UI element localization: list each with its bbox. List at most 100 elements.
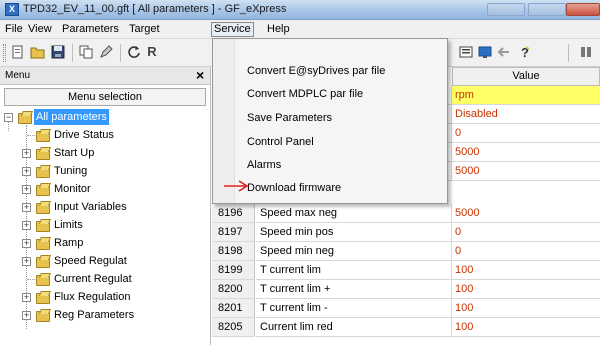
- table-row[interactable]: 8199 T current lim 100: [212, 261, 600, 280]
- folder-icon: [35, 128, 50, 142]
- param-name: T current lim -: [256, 299, 452, 318]
- param-value[interactable]: 100: [452, 280, 600, 299]
- menu-service[interactable]: Service: [211, 22, 254, 37]
- tree-item-ramp[interactable]: + Ramp: [0, 235, 210, 253]
- copy-icon[interactable]: [78, 44, 94, 60]
- window-title: TPD32_EV_11_00.gft [ All parameters ] - …: [23, 3, 287, 15]
- param-value[interactable]: 100: [452, 299, 600, 318]
- menu-bar: File View Parameters Target Service Help: [0, 20, 600, 39]
- param-id: 8205: [212, 318, 255, 337]
- param-value[interactable]: 0: [452, 242, 600, 261]
- tree-item-label: Tuning: [54, 165, 88, 177]
- folder-icon: [35, 218, 50, 232]
- folder-icon: [35, 182, 50, 196]
- param-id: 8199: [212, 261, 255, 280]
- tree-item-input-variables[interactable]: + Input Variables: [0, 199, 210, 217]
- expand-icon[interactable]: +: [22, 203, 31, 212]
- param-value[interactable]: Disabled: [452, 105, 600, 124]
- table-row[interactable]: 8201 T current lim - 100: [212, 299, 600, 318]
- param-name: Speed max neg: [256, 204, 452, 223]
- new-file-icon[interactable]: [10, 44, 26, 60]
- menu-item-convert-mdplc[interactable]: Convert MDPLC par file: [247, 84, 363, 104]
- list-icon[interactable]: [458, 44, 474, 60]
- param-id: 8201: [212, 299, 255, 318]
- param-value[interactable]: 0: [452, 124, 600, 143]
- tree-item-drive-status[interactable]: Drive Status: [0, 127, 210, 145]
- expand-icon[interactable]: +: [22, 167, 31, 176]
- menu-view[interactable]: View: [26, 22, 54, 37]
- param-value[interactable]: 0: [452, 223, 600, 242]
- tree-connector: [27, 135, 35, 136]
- toolbar-separator: [568, 44, 569, 62]
- save-icon[interactable]: [50, 44, 66, 60]
- table-row[interactable]: 8198 Speed min neg 0: [212, 242, 600, 261]
- menu-target[interactable]: Target: [127, 22, 162, 37]
- table-row[interactable]: 8200 T current lim + 100: [212, 280, 600, 299]
- folder-icon: [35, 272, 50, 286]
- folder-icon: [17, 110, 32, 124]
- expand-icon[interactable]: +: [22, 257, 31, 266]
- param-value[interactable]: 5000: [452, 143, 600, 162]
- expand-icon[interactable]: +: [22, 221, 31, 230]
- tree-item-limits[interactable]: + Limits: [0, 217, 210, 235]
- tree-item-label: Input Variables: [54, 201, 127, 213]
- tree-item-current-regulat[interactable]: Current Regulat: [0, 271, 210, 289]
- param-value[interactable]: 5000: [452, 204, 600, 223]
- menu-item-download-firmware[interactable]: Download firmware: [247, 178, 341, 198]
- tree-item-monitor[interactable]: + Monitor: [0, 181, 210, 199]
- menu-item-save-parameters[interactable]: Save Parameters: [247, 108, 332, 128]
- table-row[interactable]: 8197 Speed min pos 0: [212, 223, 600, 242]
- expand-icon[interactable]: +: [22, 311, 31, 320]
- edit-icon[interactable]: [98, 44, 114, 60]
- menu-panel-title: Menu: [5, 70, 31, 81]
- tree-item-tuning[interactable]: + Tuning: [0, 163, 210, 181]
- menu-file[interactable]: File: [3, 22, 25, 37]
- maximize-button[interactable]: [528, 3, 566, 16]
- menu-item-convert-easydrives[interactable]: Convert E@syDrives par file: [247, 61, 385, 81]
- collapse-icon[interactable]: −: [4, 113, 13, 122]
- menu-parameters[interactable]: Parameters: [60, 22, 121, 37]
- menu-item-alarms[interactable]: Alarms: [247, 155, 281, 175]
- refresh-icon[interactable]: [126, 44, 142, 60]
- help-icon[interactable]: ?: [516, 44, 532, 60]
- tool-icon[interactable]: [578, 44, 594, 60]
- param-name: T current lim: [256, 261, 452, 280]
- toolbar-grip[interactable]: [3, 44, 6, 62]
- param-value[interactable]: 100: [452, 261, 600, 280]
- expand-icon[interactable]: +: [22, 185, 31, 194]
- monitor-icon[interactable]: [477, 44, 493, 60]
- table-row[interactable]: 8196 Speed max neg 5000: [212, 204, 600, 223]
- close-icon[interactable]: ×: [196, 67, 204, 83]
- title-bar: X TPD32_EV_11_00.gft [ All parameters ] …: [0, 0, 600, 20]
- menu-item-control-panel[interactable]: Control Panel: [247, 132, 314, 152]
- open-folder-icon[interactable]: [30, 44, 46, 60]
- folder-icon: [35, 308, 50, 322]
- expand-icon[interactable]: +: [22, 239, 31, 248]
- expand-icon[interactable]: +: [22, 149, 31, 158]
- expand-icon[interactable]: +: [22, 293, 31, 302]
- folder-icon: [35, 254, 50, 268]
- param-value[interactable]: 100: [452, 318, 600, 337]
- tree-item-reg-parameters[interactable]: + Reg Parameters: [0, 307, 210, 325]
- tree-item-all-parameters[interactable]: − All parameters: [0, 109, 210, 127]
- tree-item-label: All parameters: [34, 109, 109, 125]
- table-row[interactable]: 8205 Current lim red 100: [212, 318, 600, 337]
- red-arrow-icon: [224, 180, 249, 192]
- param-value[interactable]: rpm: [452, 86, 600, 105]
- toolbar-separator: [120, 44, 121, 62]
- tree-item-label: Monitor: [54, 183, 91, 195]
- tree-item-label: Ramp: [54, 237, 84, 249]
- param-name: Speed min pos: [256, 223, 452, 242]
- minimize-button[interactable]: [487, 3, 525, 16]
- param-value[interactable]: 5000: [452, 162, 600, 181]
- r-button[interactable]: R: [144, 44, 160, 60]
- param-id: 8197: [212, 223, 255, 242]
- tree-item-speed-regulat[interactable]: + Speed Regulat: [0, 253, 210, 271]
- menu-selection-header[interactable]: Menu selection: [4, 88, 206, 106]
- menu-help[interactable]: Help: [265, 22, 292, 37]
- close-window-button[interactable]: [566, 3, 600, 16]
- value-column-header[interactable]: Value: [452, 67, 600, 86]
- back-arrow-icon[interactable]: [496, 44, 512, 60]
- tree-item-start-up[interactable]: + Start Up: [0, 145, 210, 163]
- tree-item-flux-regulation[interactable]: + Flux Regulation: [0, 289, 210, 307]
